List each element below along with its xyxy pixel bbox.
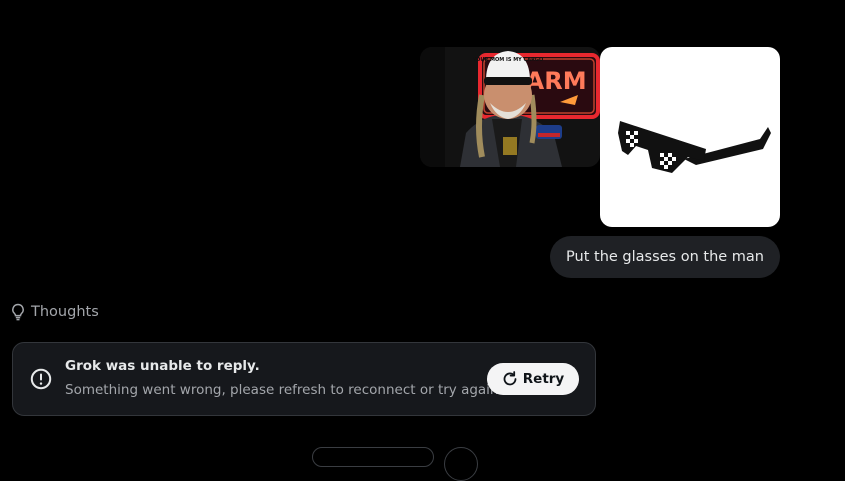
man-photo-image: FARM YOUR MOM IS MY CARGO (420, 47, 600, 167)
refresh-icon (503, 371, 517, 386)
user-message-bubble: Put the glasses on the man (550, 236, 780, 278)
cap-text: YOUR MOM IS MY CARGO (472, 57, 544, 63)
alert-circle-icon (30, 368, 52, 390)
bottom-action-button[interactable] (444, 447, 478, 481)
pixel-sunglasses-image (618, 121, 771, 173)
retry-label: Retry (522, 371, 565, 387)
retry-button[interactable]: Retry (487, 363, 579, 395)
user-message-text: Put the glasses on the man (566, 249, 764, 265)
error-message: Something went wrong, please refresh to … (65, 382, 503, 398)
error-card: Grok was unable to reply. Something went… (12, 342, 596, 416)
bottom-action-pill[interactable] (312, 447, 434, 467)
thoughts-label: Thoughts (31, 304, 99, 320)
lightbulb-icon (12, 303, 24, 321)
attachment-man-photo[interactable]: FARM YOUR MOM IS MY CARGO (420, 47, 600, 167)
attachment-glasses-image[interactable] (600, 47, 780, 227)
thoughts-toggle[interactable]: Thoughts (10, 303, 99, 321)
error-title: Grok was unable to reply. (65, 358, 260, 374)
